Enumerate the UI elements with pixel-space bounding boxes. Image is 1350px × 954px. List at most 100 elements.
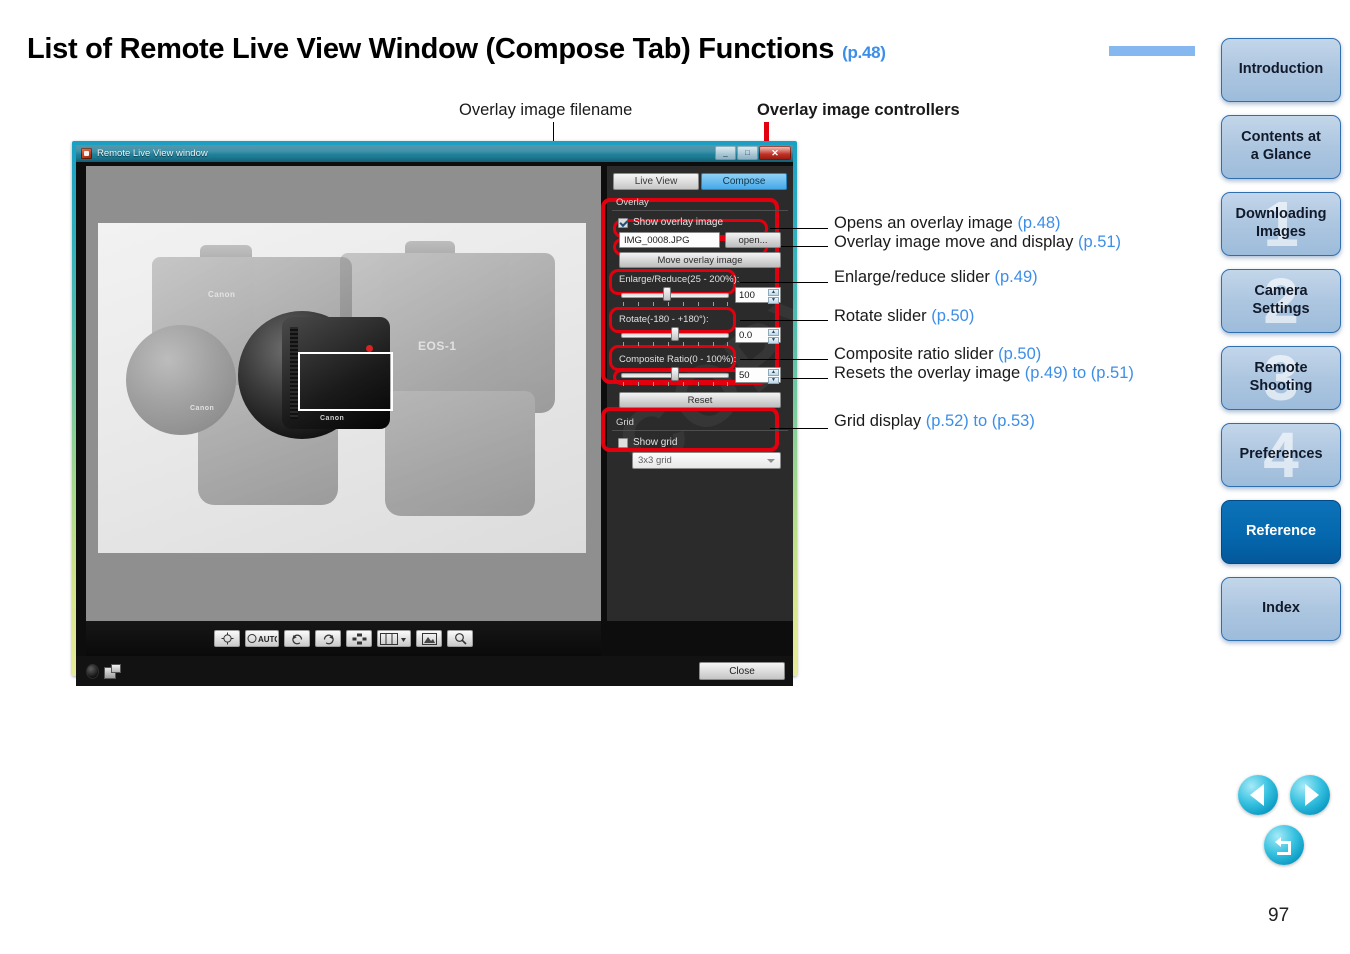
sidebar-nav: Introduction Contents at a Glance 1 Downl… [1221, 38, 1341, 654]
previous-page-icon[interactable] [1238, 775, 1278, 815]
composite-ratio-thumb[interactable] [671, 367, 679, 381]
title-rule [1109, 46, 1195, 56]
rotate-left-icon[interactable] [284, 630, 310, 647]
page-title-text: List of Remote Live View Window (Compose… [27, 33, 835, 65]
rotate-value-text: 0.0 [739, 329, 753, 341]
window-status-bar: Close [76, 656, 793, 686]
composite-ratio-label: Composite Ratio(0 - 100%): [619, 354, 737, 365]
show-overlay-checkbox[interactable] [618, 217, 628, 228]
sidebar-item-reference[interactable]: Reference [1221, 500, 1341, 564]
sidebar-item-introduction[interactable]: Introduction [1221, 38, 1341, 102]
reset-button[interactable]: Reset [619, 392, 781, 408]
show-overlay-row[interactable]: Show overlay image [612, 217, 788, 228]
open-button[interactable]: open... [725, 232, 781, 248]
page-title: List of Remote Live View Window (Compose… [27, 33, 886, 66]
annotation-opens-overlay-image: Opens an overlay image (p.48) [834, 214, 1061, 232]
window-title-bar[interactable]: Remote Live View window _ □ ✕ [76, 145, 793, 162]
return-back-icon[interactable] [1264, 825, 1304, 865]
enlarge-reduce-label: Enlarge/Reduce(25 - 200%): [619, 274, 740, 285]
next-page-icon[interactable] [1290, 775, 1330, 815]
caption-overlay-image-filename: Overlay image filename [459, 101, 633, 119]
tab-compose[interactable]: Compose [701, 173, 787, 190]
rotate-row: 0.0 ▲ ▼ [612, 327, 788, 348]
show-grid-label: Show grid [633, 437, 678, 448]
composite-ratio-row: 50 ▲ ▼ [612, 367, 788, 388]
minimize-button[interactable]: _ [715, 146, 736, 160]
composite-ratio-spinner[interactable]: ▲ ▼ [768, 369, 779, 384]
close-icon[interactable]: ✕ [759, 146, 791, 160]
image-quality-icon[interactable] [416, 630, 442, 647]
zoom-magnifier-icon[interactable] [447, 630, 473, 647]
live-view-image: Canon Canon EOS-1 Canon [98, 223, 586, 553]
rotate-slider[interactable] [619, 327, 731, 348]
sidebar-label-reference: Reference [1245, 523, 1317, 540]
sidebar-item-contents-at-a-glance[interactable]: Contents at a Glance [1221, 115, 1341, 179]
live-view-preview-pane[interactable]: Canon Canon EOS-1 Canon AUT [86, 166, 601, 656]
live-view-toolbar: AUTO [86, 621, 601, 656]
svg-text:AUTO: AUTO [258, 635, 277, 644]
grid-type-select[interactable]: 3x3 grid [632, 452, 781, 469]
grid-group-divider [612, 430, 788, 431]
page-number: 97 [1268, 905, 1290, 926]
enlarge-reduce-spinner[interactable]: ▲ ▼ [768, 289, 779, 304]
annotation-rotate-slider: Rotate slider (p.50) [834, 307, 975, 325]
annotation-grid-display: Grid display (p.52) to (p.53) [834, 412, 1035, 430]
composite-ratio-slider[interactable] [619, 367, 731, 388]
overlay-group: Overlay Show overlay image IMG_0008.JPG … [612, 197, 788, 408]
enlarge-reduce-value-text: 100 [739, 289, 755, 301]
annotation-enlarge-reduce-slider: Enlarge/reduce slider (p.49) [834, 268, 1038, 286]
rotate-spinner[interactable]: ▲ ▼ [768, 329, 779, 344]
overlay-group-title: Overlay [616, 197, 649, 208]
caption-overlay-image-controllers: Overlay image controllers [757, 101, 960, 119]
chevron-down-icon [767, 459, 775, 463]
sidebar-item-remote-shooting[interactable]: 3 Remote Shooting [1221, 346, 1341, 410]
page-root: List of Remote Live View Window (Compose… [0, 0, 1350, 954]
recording-indicator-icon [86, 663, 99, 679]
sidebar-item-downloading-images[interactable]: 1 Downloading Images [1221, 192, 1341, 256]
rotate-value[interactable]: 0.0 ▲ ▼ [735, 327, 781, 344]
move-overlay-image-button[interactable]: Move overlay image [619, 252, 781, 268]
tab-live-view[interactable]: Live View [613, 173, 699, 190]
image-transfer-icon [104, 664, 121, 679]
annotation-composite-ratio-slider: Composite ratio slider (p.50) [834, 345, 1042, 363]
tab-bar: Live View Compose [607, 166, 793, 190]
sidebar-label-index: Index [1262, 600, 1300, 617]
sidebar-item-camera-settings[interactable]: 2 Camera Settings [1221, 269, 1341, 333]
camera-app-icon [81, 148, 92, 159]
depth-of-field-icon[interactable] [346, 630, 372, 647]
overlay-file-row: IMG_0008.JPG open... [612, 232, 788, 248]
remote-live-view-window: Remote Live View window _ □ ✕ Canon Cano… [72, 141, 797, 686]
sidebar-label-camera: Camera Settings [1252, 283, 1310, 317]
window-title-text: Remote Live View window [97, 148, 208, 159]
overlay-filename-input[interactable]: IMG_0008.JPG [619, 232, 720, 248]
show-grid-row[interactable]: Show grid [612, 437, 788, 448]
sidebar-item-index[interactable]: Index [1221, 577, 1341, 641]
composite-ratio-value[interactable]: 50 ▲ ▼ [735, 367, 781, 384]
page-navigation [1238, 775, 1330, 865]
annotation-resets-overlay-image: Resets the overlay image (p.49) to (p.51… [834, 364, 1134, 382]
maximize-button[interactable]: □ [737, 146, 758, 160]
rotate-right-icon[interactable] [315, 630, 341, 647]
show-overlay-label: Show overlay image [633, 217, 724, 228]
overlay-group-divider [612, 210, 788, 211]
focus-frame[interactable] [298, 352, 393, 411]
grid-type-value: 3x3 grid [638, 455, 672, 466]
grid-group: Grid Show grid 3x3 grid [612, 417, 788, 469]
close-button[interactable]: Close [699, 662, 785, 680]
focus-target-icon[interactable] [214, 630, 240, 647]
split-view-icon[interactable] [377, 630, 411, 647]
enlarge-reduce-thumb[interactable] [663, 287, 671, 301]
enlarge-reduce-value[interactable]: 100 ▲ ▼ [735, 287, 781, 304]
window-inner: Remote Live View window _ □ ✕ Canon Cano… [76, 145, 793, 686]
sidebar-label-introduction: Introduction [1238, 61, 1324, 78]
sidebar-item-preferences[interactable]: 4 Preferences [1221, 423, 1341, 487]
show-grid-checkbox[interactable] [618, 437, 628, 448]
compose-control-panel: COPY Live View Compose Overlay Show over… [607, 166, 793, 621]
sidebar-label-downloading: Downloading Images [1235, 206, 1327, 240]
enlarge-reduce-row: 100 ▲ ▼ [612, 287, 788, 308]
auto-focus-icon[interactable]: AUTO [245, 630, 279, 647]
enlarge-reduce-slider[interactable] [619, 287, 731, 308]
page-title-pageref[interactable]: (p.48) [842, 43, 886, 62]
rotate-thumb[interactable] [671, 327, 679, 341]
window-body: Canon Canon EOS-1 Canon AUT COPY Live Vi… [76, 162, 793, 656]
